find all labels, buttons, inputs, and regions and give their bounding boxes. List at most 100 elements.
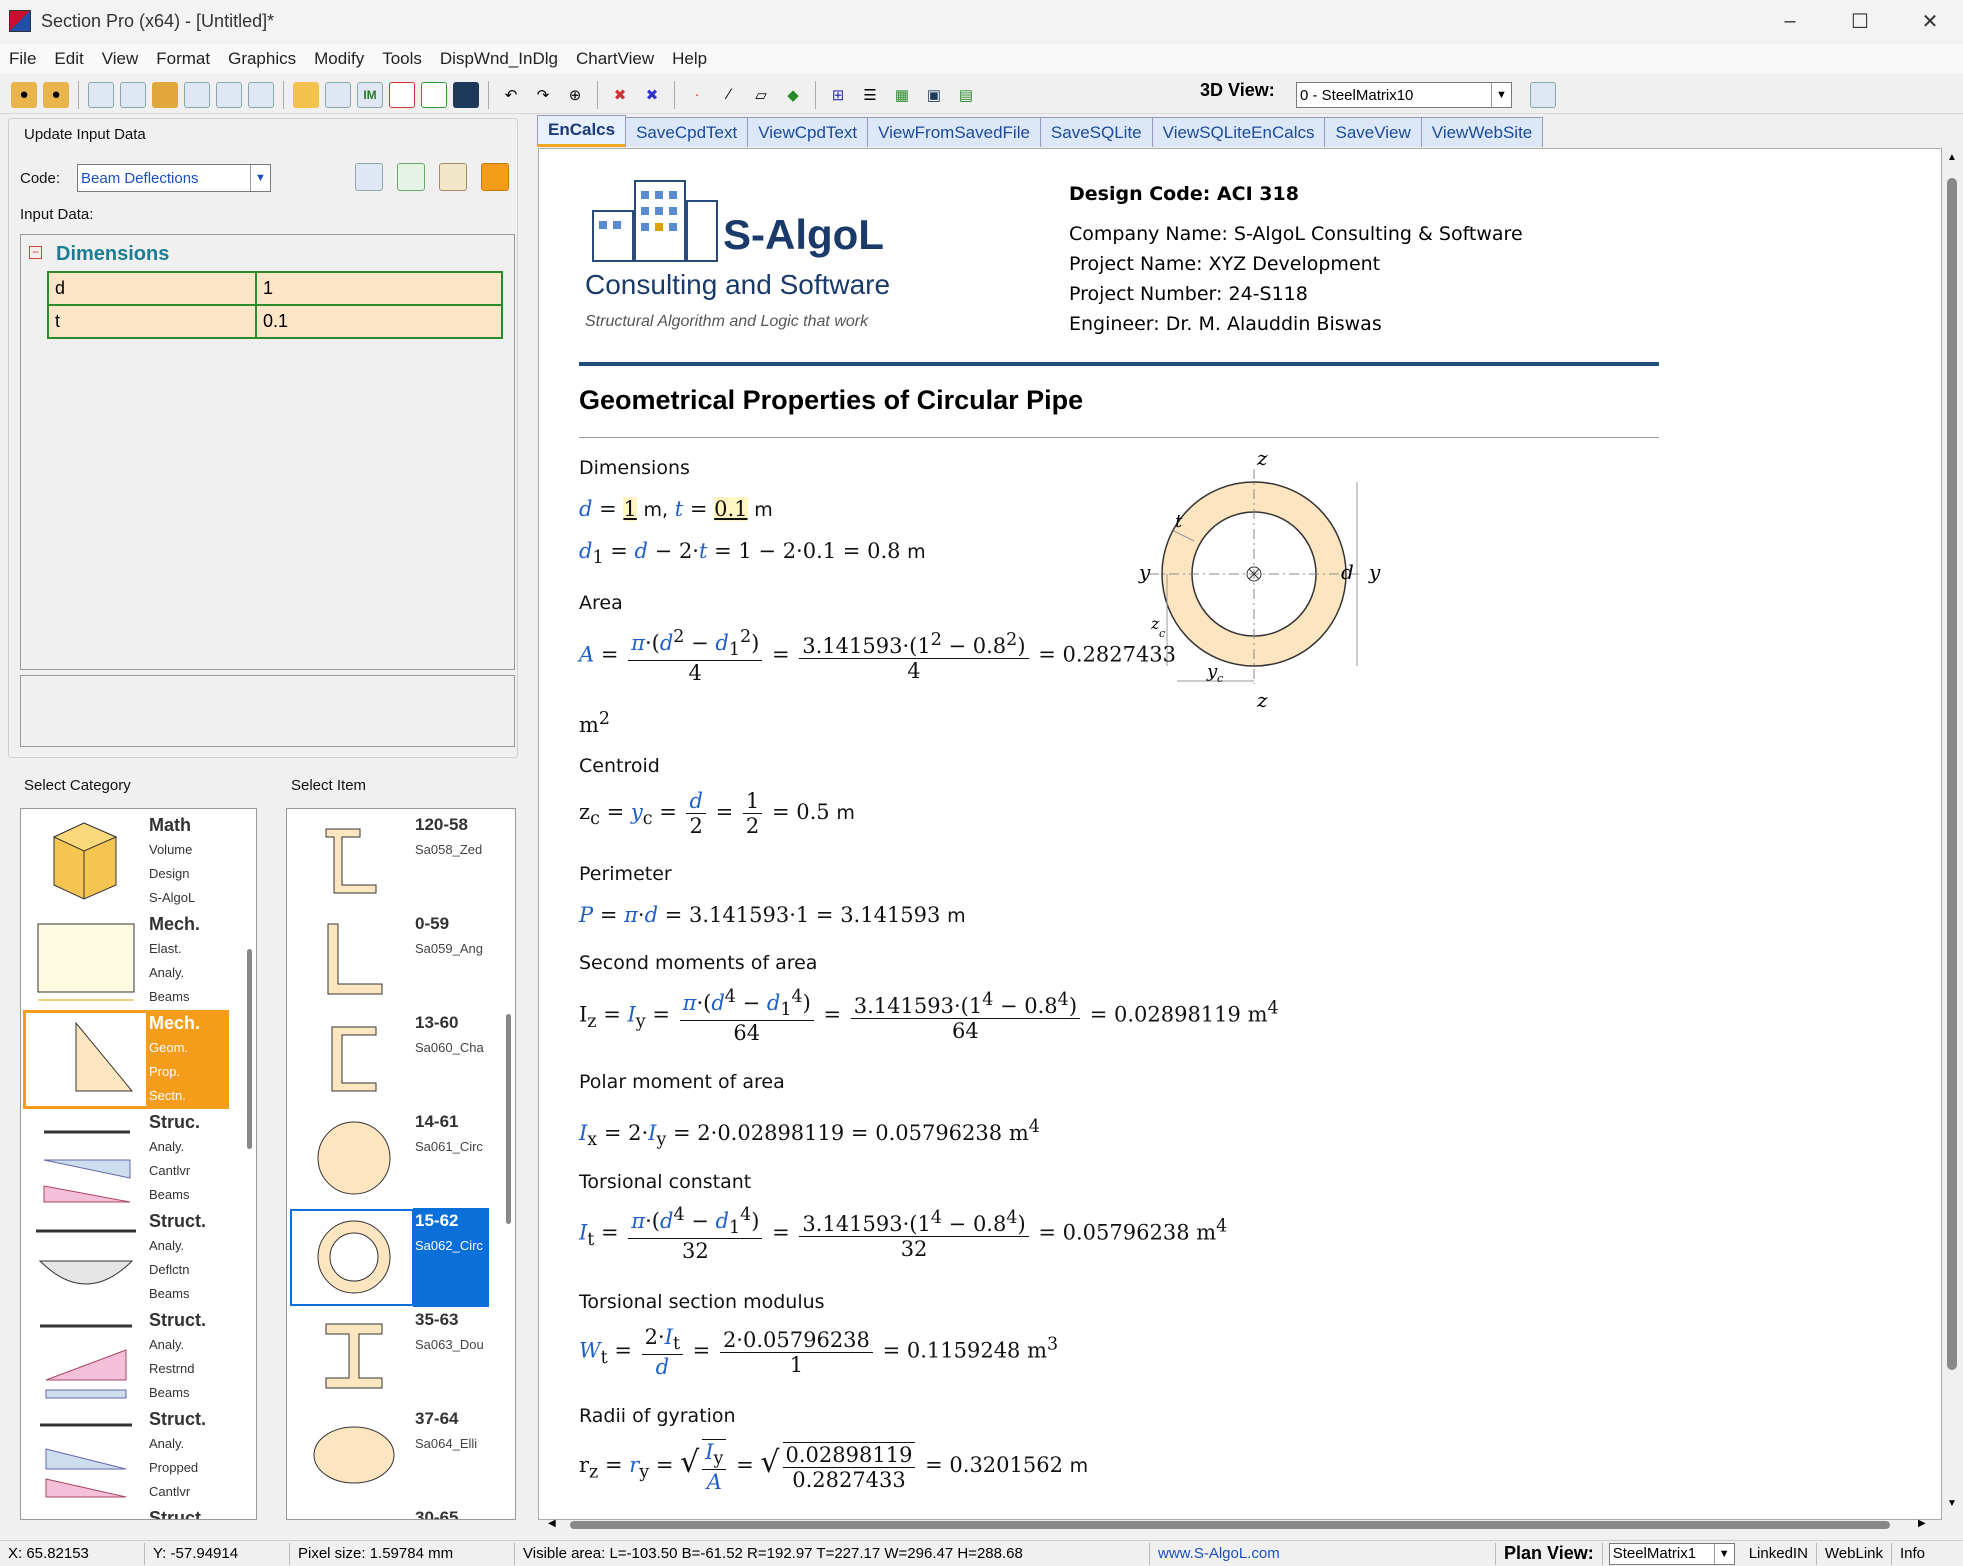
scroll-thumb[interactable] bbox=[570, 1521, 1890, 1529]
menu-edit[interactable]: Edit bbox=[45, 49, 92, 69]
tab-viewcpdtext[interactable]: ViewCpdText bbox=[747, 117, 869, 147]
im-icon[interactable]: IM bbox=[357, 81, 383, 108]
export-icon[interactable]: ▤ bbox=[953, 82, 979, 108]
scroll-up-icon[interactable]: ▲ bbox=[1947, 152, 1957, 163]
menu-file[interactable]: File bbox=[0, 49, 45, 69]
list-item[interactable]: Mech. Elast. Analy. Beams bbox=[23, 911, 229, 1010]
list-item[interactable]: 14-61 Sa061_Circ bbox=[289, 1109, 489, 1208]
menu-view[interactable]: View bbox=[93, 49, 148, 69]
chevron-down-icon: ▼ bbox=[250, 165, 270, 191]
zoom-icon[interactable]: ⊕ bbox=[562, 82, 588, 108]
category-list[interactable]: Math Volume Design S-AlgoL Mech. Elast. … bbox=[20, 808, 257, 1520]
delete-icon[interactable]: ✖ bbox=[607, 82, 633, 108]
report-vertical-scrollbar[interactable]: ▲ ▼ bbox=[1944, 148, 1960, 1520]
linkedin-button[interactable]: LinkedIN bbox=[1741, 1542, 1817, 1565]
list-icon[interactable]: ☰ bbox=[857, 82, 883, 108]
restrained-beam-icon bbox=[40, 1324, 132, 1399]
tab-viewwebsite[interactable]: ViewWebSite bbox=[1420, 117, 1544, 147]
list-item-selected[interactable]: Mech. Geom. Prop. Sectn. bbox=[23, 1010, 229, 1109]
list-item[interactable]: 0-59 Sa059_Ang bbox=[289, 911, 489, 1010]
maximize-button[interactable]: ☐ bbox=[1825, 0, 1895, 42]
clipboard-icon[interactable] bbox=[439, 163, 467, 191]
list-item[interactable]: Struct. Analy. Propped Cantlvr bbox=[23, 1406, 229, 1505]
tab-viewfromsavedfile[interactable]: ViewFromSavedFile bbox=[867, 117, 1041, 147]
list-item[interactable]: 120-58 Sa058_Zed bbox=[289, 812, 489, 911]
category-title: Struc. bbox=[149, 1112, 201, 1132]
grid-icon[interactable] bbox=[325, 81, 351, 108]
tab-savecpdtext[interactable]: SaveCpdText bbox=[625, 117, 749, 147]
3d-view-select[interactable]: 0 - SteelMatrix10 ▼ bbox=[1296, 82, 1512, 108]
menu-chartview[interactable]: ChartView bbox=[567, 49, 663, 69]
category-scrollbar[interactable] bbox=[247, 949, 252, 1149]
list-item[interactable]: Math Volume Design S-AlgoL bbox=[23, 812, 229, 911]
menu-dispwnd[interactable]: DispWnd_InDlg bbox=[431, 49, 567, 69]
menu-graphics[interactable]: Graphics bbox=[219, 49, 305, 69]
scroll-right-icon[interactable]: ▶ bbox=[1918, 1518, 1926, 1529]
calc-help-icon[interactable] bbox=[355, 163, 383, 191]
line-icon[interactable]: ∕ bbox=[716, 82, 742, 108]
list-item[interactable]: 13-60 Sa060_Cha bbox=[289, 1010, 489, 1109]
save-as-icon[interactable]: ▣ bbox=[921, 82, 947, 108]
refresh-orange-icon[interactable] bbox=[481, 163, 509, 191]
database-icon[interactable] bbox=[152, 81, 178, 108]
undo-icon[interactable]: ↶ bbox=[498, 82, 524, 108]
menu-modify[interactable]: Modify bbox=[305, 49, 373, 69]
open-folder-icon[interactable] bbox=[293, 81, 319, 108]
refresh-icon[interactable] bbox=[184, 81, 210, 108]
code-select[interactable]: Beam Deflections ▼ bbox=[77, 164, 271, 192]
tab-viewsqliteencalcs[interactable]: ViewSQLiteEnCalcs bbox=[1151, 117, 1326, 147]
weblink-button[interactable]: WebLink bbox=[1817, 1542, 1892, 1565]
list-item[interactable]: Struct. Analy. Deflctn Beams bbox=[23, 1208, 229, 1307]
list-item[interactable]: 35-63 Sa063_Dou bbox=[289, 1307, 489, 1406]
calc-icon[interactable] bbox=[120, 81, 146, 108]
redo-icon[interactable]: ↷ bbox=[530, 82, 556, 108]
collapse-icon[interactable]: − bbox=[29, 246, 42, 259]
calc-icon[interactable] bbox=[88, 81, 114, 108]
item-list[interactable]: 120-58 Sa058_Zed 0-59 Sa059_Ang 13-60 Sa… bbox=[286, 808, 516, 1520]
tab-savesqlite[interactable]: SaveSQLite bbox=[1039, 117, 1153, 147]
list-item[interactable]: 30-65 bbox=[289, 1505, 489, 1519]
tab-saveview[interactable]: SaveView bbox=[1324, 117, 1422, 147]
cross-icon[interactable]: ✖ bbox=[639, 82, 665, 108]
tool-icon[interactable]: ● bbox=[43, 81, 69, 108]
point-icon[interactable]: · bbox=[684, 82, 710, 108]
polygon-icon[interactable]: ▱ bbox=[748, 82, 774, 108]
menu-format[interactable]: Format bbox=[147, 49, 219, 69]
info-button[interactable]: Info bbox=[1892, 1543, 1933, 1565]
table-icon[interactable] bbox=[216, 81, 242, 108]
property-value-field[interactable]: 1 bbox=[255, 271, 503, 306]
view-settings-icon[interactable] bbox=[1530, 82, 1556, 108]
sheet-icon[interactable] bbox=[397, 163, 425, 191]
list-item[interactable]: Struct bbox=[23, 1505, 229, 1519]
tool-icon[interactable]: ● bbox=[11, 81, 37, 108]
save-icon[interactable] bbox=[453, 81, 479, 108]
menu-help[interactable]: Help bbox=[663, 49, 716, 69]
sheet-icon[interactable]: ▦ bbox=[889, 82, 915, 108]
scroll-thumb[interactable] bbox=[1947, 178, 1957, 1370]
scroll-down-icon[interactable]: ▼ bbox=[1947, 1498, 1957, 1509]
tab-encalcs[interactable]: EnCalcs bbox=[537, 115, 627, 147]
table-row: t 0.1 bbox=[47, 304, 503, 339]
item-code: 35-63 bbox=[415, 1310, 459, 1329]
zed-section-icon bbox=[325, 828, 377, 894]
item-code: 120-58 bbox=[415, 815, 468, 834]
menu-tools[interactable]: Tools bbox=[373, 49, 431, 69]
close-button[interactable]: ✕ bbox=[1895, 0, 1963, 42]
pdf-icon[interactable] bbox=[389, 81, 415, 108]
list-item[interactable]: 37-64 Sa064_Elli bbox=[289, 1406, 489, 1505]
website-link[interactable]: www.S-AlgoL.com bbox=[1150, 1542, 1496, 1565]
excel-icon[interactable] bbox=[421, 81, 447, 108]
scroll-left-icon[interactable]: ◀ bbox=[548, 1518, 556, 1529]
table-icon[interactable] bbox=[248, 81, 274, 108]
property-value-field[interactable]: 0.1 bbox=[255, 304, 503, 339]
item-scrollbar[interactable] bbox=[506, 1014, 511, 1224]
list-item[interactable]: Struc. Analy. Cantlvr Beams bbox=[23, 1109, 229, 1208]
list-item[interactable]: Struct. Analy. Restrnd Beams bbox=[23, 1307, 229, 1406]
shape-icon[interactable]: ◆ bbox=[780, 82, 806, 108]
report-tabs: EnCalcs SaveCpdText ViewCpdText ViewFrom… bbox=[537, 115, 1544, 147]
report-horizontal-scrollbar[interactable]: ◀ ▶ bbox=[540, 1518, 1926, 1530]
minimize-button[interactable]: – bbox=[1755, 0, 1825, 42]
plan-view-select[interactable]: SteelMatrix1 ▼ bbox=[1608, 1542, 1735, 1565]
list-item-selected[interactable]: 15-62 Sa062_Circ bbox=[289, 1208, 489, 1307]
tree-icon[interactable]: ⊞ bbox=[825, 82, 851, 108]
